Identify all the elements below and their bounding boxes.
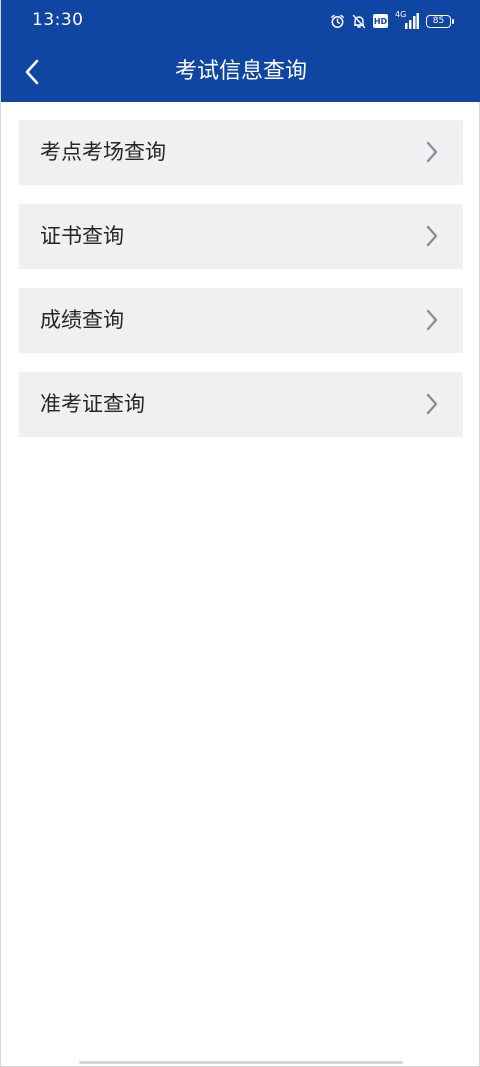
menu-list: 考点考场查询 证书查询 成绩查询 准考证查询 <box>19 120 463 456</box>
chevron-right-icon <box>426 309 438 331</box>
menu-item-label: 成绩查询 <box>40 308 124 332</box>
screen: 13:30 HD 4G 85 考试信息查询 考点考场查询 证书查询 成绩查询 准… <box>0 0 480 1067</box>
menu-item-label: 证书查询 <box>40 224 124 248</box>
status-icons: HD 4G 85 <box>330 10 454 31</box>
menu-item-exam-site-query[interactable]: 考点考场查询 <box>19 120 463 185</box>
status-time: 13:30 <box>32 10 84 30</box>
battery-level: 85 <box>432 16 445 26</box>
navigation-gesture-bar[interactable] <box>79 1061 403 1064</box>
bell-off-icon <box>352 14 366 29</box>
menu-item-score-query[interactable]: 成绩查询 <box>19 288 463 353</box>
menu-item-label: 准考证查询 <box>40 392 145 416</box>
menu-item-admission-ticket-query[interactable]: 准考证查询 <box>19 372 463 437</box>
menu-item-certificate-query[interactable]: 证书查询 <box>19 204 463 269</box>
app-bar: 13:30 HD 4G 85 考试信息查询 <box>1 0 480 102</box>
battery-icon: 85 <box>426 14 454 28</box>
page-title: 考试信息查询 <box>174 59 307 84</box>
menu-item-label: 考点考场查询 <box>40 140 166 164</box>
alarm-icon <box>330 14 345 29</box>
hd-icon: HD <box>373 14 388 28</box>
chevron-right-icon <box>426 225 438 247</box>
signal-icon: 4G <box>395 10 419 29</box>
chevron-right-icon <box>426 393 438 415</box>
status-bar: 13:30 HD 4G 85 <box>1 0 480 42</box>
chevron-right-icon <box>426 141 438 163</box>
